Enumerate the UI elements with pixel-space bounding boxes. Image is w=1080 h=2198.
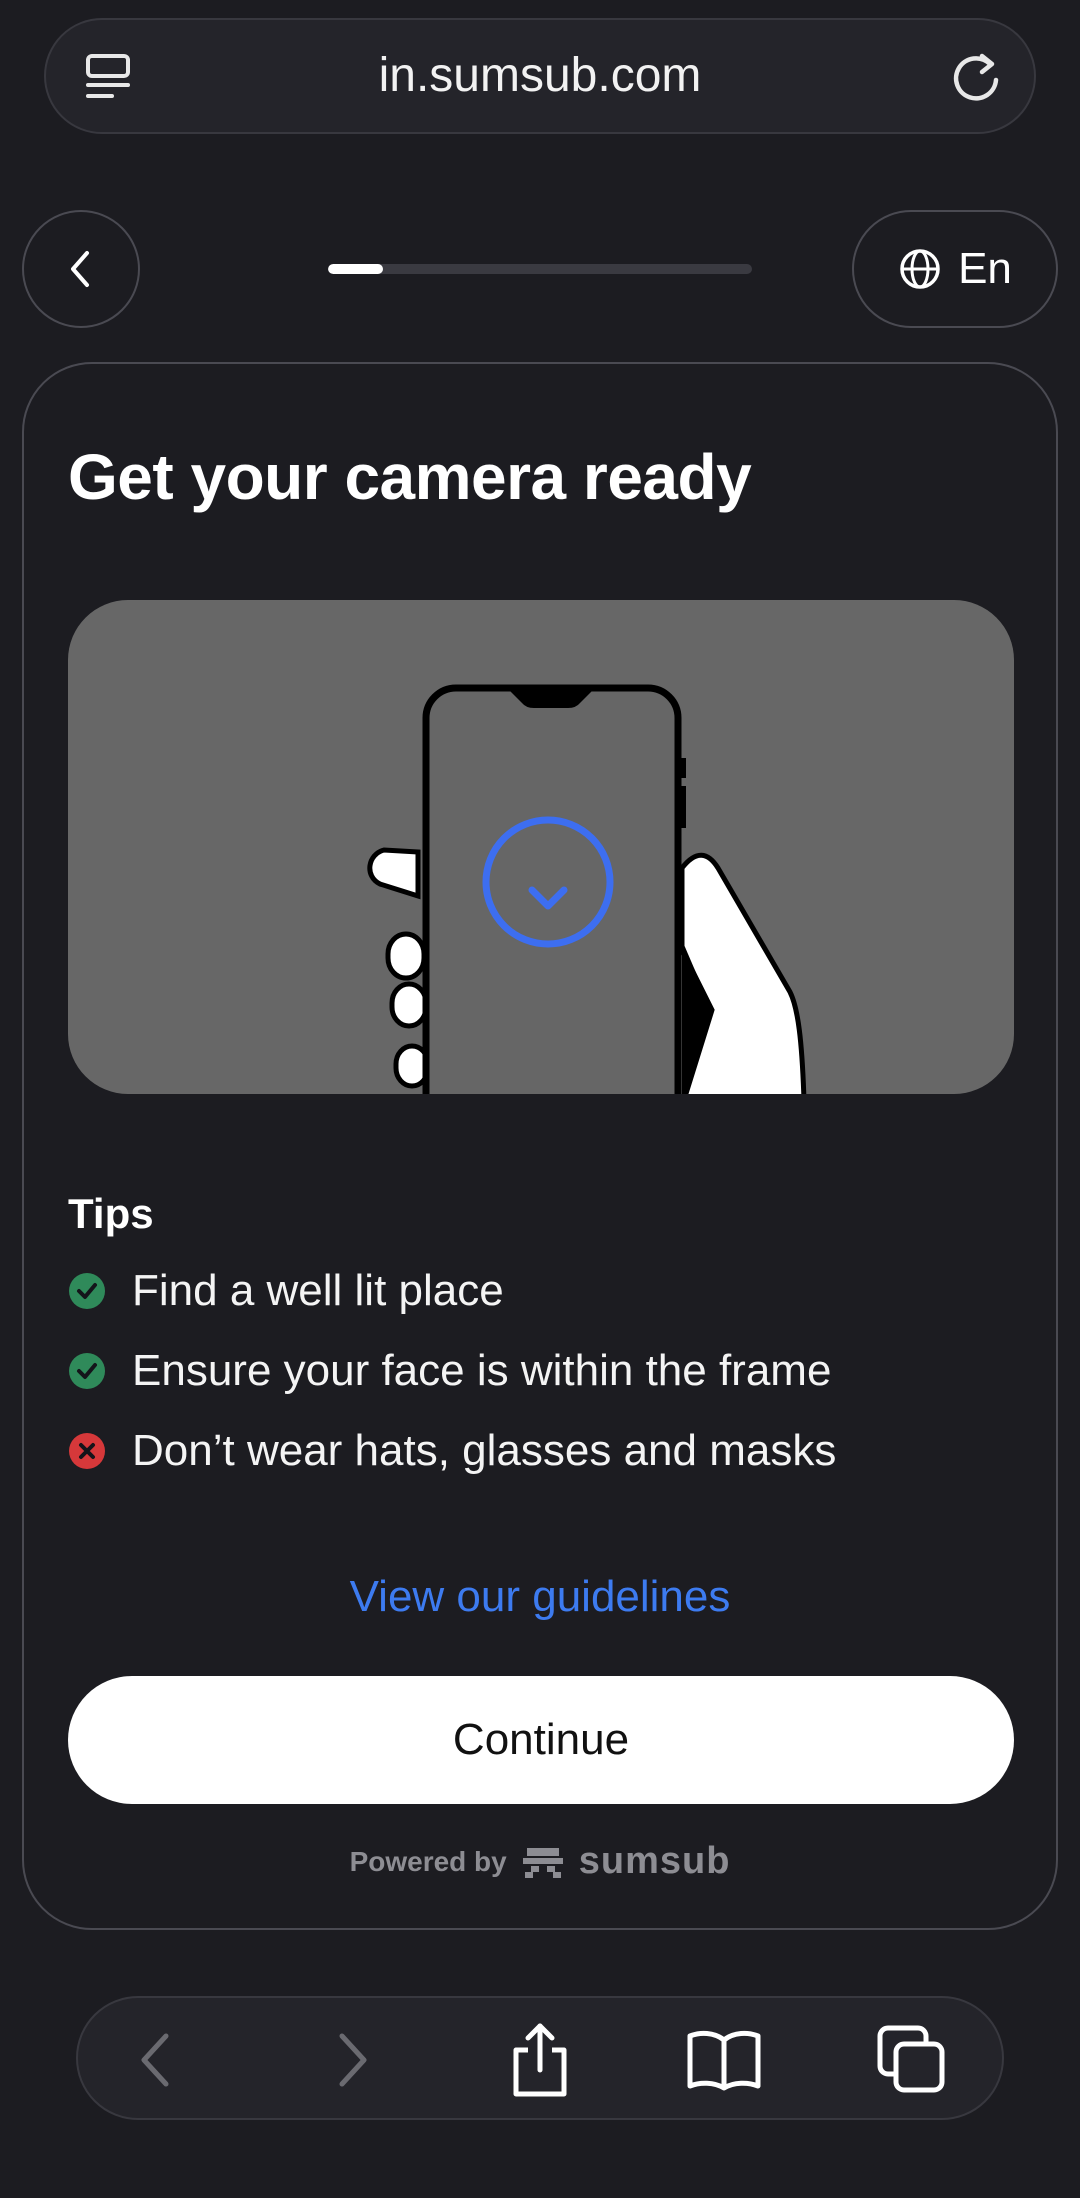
progress-bar — [328, 264, 752, 274]
language-label: En — [958, 244, 1012, 293]
tip-text: Ensure your face is within the frame — [132, 1346, 832, 1395]
camera-illustration — [68, 600, 1014, 1094]
browser-address-bar[interactable]: in.sumsub.com — [44, 18, 1036, 134]
screen: in.sumsub.com En Get your camera ready T… — [0, 0, 1080, 2198]
powered-by-footer: Powered by sumsub — [24, 1840, 1056, 1883]
globe-icon — [900, 249, 940, 289]
back-arrow-icon — [141, 2033, 169, 2087]
sumsub-logo-icon — [522, 1847, 563, 1878]
bookmarks-button[interactable] — [686, 2022, 762, 2098]
check-circle-icon — [69, 1273, 105, 1309]
bookmarks-icon — [687, 2030, 761, 2091]
browser-toolbar — [76, 1996, 1004, 2120]
tip-text: Find a well lit place — [132, 1266, 504, 1315]
check-circle-icon — [69, 1353, 105, 1389]
language-selector[interactable]: En — [852, 210, 1058, 328]
browser-forward-button[interactable] — [314, 2022, 390, 2098]
verification-card: Get your camera ready Tips Find a well l… — [22, 362, 1058, 1930]
forward-arrow-icon — [339, 2033, 367, 2087]
powered-by-label: Powered by — [349, 1845, 507, 1877]
tip-item: Don’t wear hats, glasses and masks — [68, 1426, 836, 1476]
tip-item: Ensure your face is within the frame — [68, 1346, 831, 1396]
share-button[interactable] — [502, 2022, 578, 2098]
progress-fill — [328, 264, 384, 274]
tip-item: Find a well lit place — [68, 1266, 504, 1316]
back-button[interactable] — [22, 210, 140, 328]
tips-heading: Tips — [68, 1190, 154, 1237]
tabs-icon — [877, 2025, 945, 2093]
share-icon — [513, 2023, 567, 2097]
url-text[interactable]: in.sumsub.com — [46, 20, 1034, 132]
phone-in-hand-illustration — [367, 684, 807, 1094]
view-guidelines-link[interactable]: View our guidelines — [24, 1572, 1056, 1622]
page-title: Get your camera ready — [68, 441, 752, 513]
tabs-button[interactable] — [874, 2022, 950, 2098]
brand-name: sumsub — [578, 1840, 731, 1882]
tip-text: Don’t wear hats, glasses and masks — [132, 1426, 837, 1475]
browser-back-button[interactable] — [118, 2022, 194, 2098]
continue-button[interactable]: Continue — [68, 1676, 1014, 1804]
chevron-left-icon — [71, 251, 89, 287]
cross-circle-icon — [69, 1433, 105, 1469]
reload-icon[interactable] — [946, 48, 1006, 108]
